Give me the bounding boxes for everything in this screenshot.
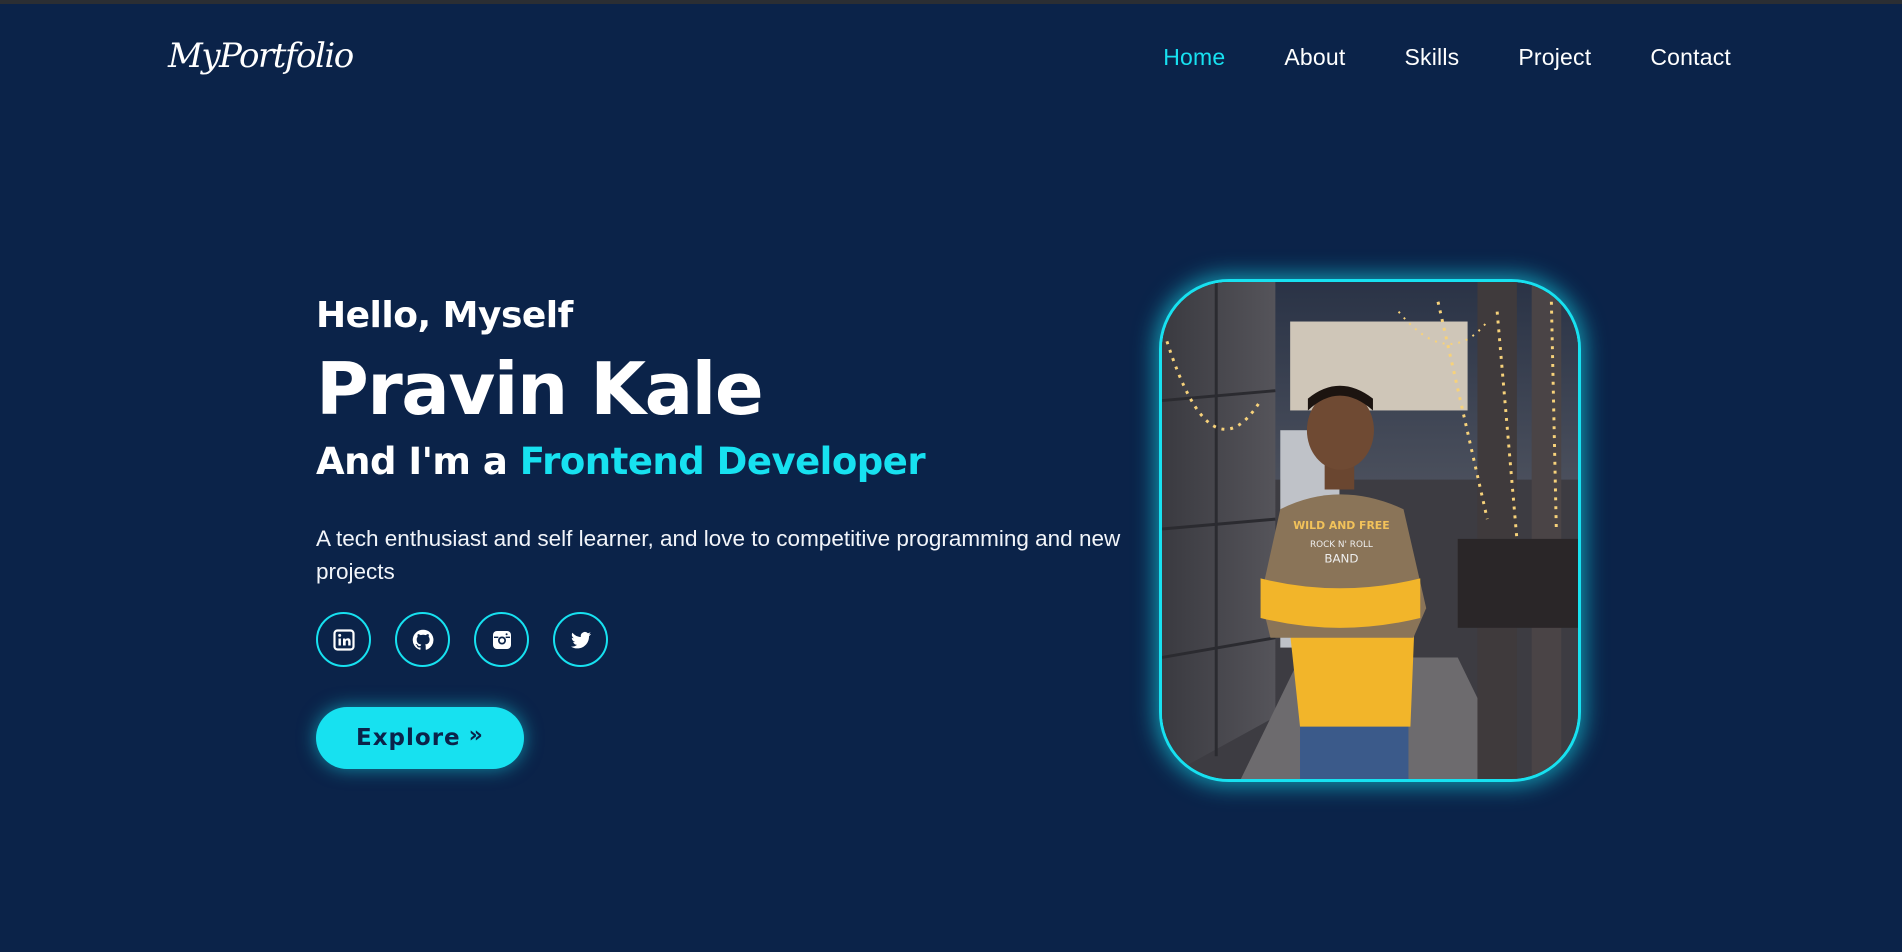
page: MyPortfolio Home About Skills Project Co… <box>0 0 1902 952</box>
shirt-text-1: WILD AND FREE <box>1293 519 1389 532</box>
nav-link-skills[interactable]: Skills <box>1404 44 1459 71</box>
linkedin-link[interactable] <box>316 612 371 667</box>
nav-link-about[interactable]: About <box>1284 44 1345 71</box>
linkedin-icon <box>332 628 355 651</box>
role-highlight: Frontend Developer <box>519 440 926 483</box>
hero-greeting: Hello, Myself <box>316 295 573 336</box>
twitter-icon <box>570 631 591 648</box>
github-link[interactable] <box>395 612 450 667</box>
role-prefix: And I'm a <box>316 440 508 483</box>
main-nav: Home About Skills Project Contact <box>1163 44 1731 71</box>
hero-description: A tech enthusiast and self learner, and … <box>316 526 1121 584</box>
social-links <box>316 612 1136 667</box>
hero-name: Pravin Kale <box>316 347 764 431</box>
hero-role: And I'm a Frontend Developer <box>316 436 1136 488</box>
shirt-text-2: ROCK N' ROLL <box>1310 540 1373 550</box>
site-logo[interactable]: MyPortfolio <box>168 36 354 76</box>
instagram-link[interactable] <box>474 612 529 667</box>
explore-label: Explore <box>356 725 461 751</box>
instagram-icon <box>492 630 511 649</box>
profile-photo: WILD AND FREE ROCK N' ROLL BAND <box>1159 279 1581 782</box>
nav-link-project[interactable]: Project <box>1518 44 1591 71</box>
nav-link-contact[interactable]: Contact <box>1650 44 1731 71</box>
top-border <box>0 0 1902 4</box>
shirt-text-3: BAND <box>1324 552 1358 566</box>
explore-button[interactable]: Explore » <box>316 707 524 769</box>
profile-photo-illustration: WILD AND FREE ROCK N' ROLL BAND <box>1162 282 1578 779</box>
github-icon <box>412 629 433 650</box>
hero-section: Hello, Myself Pravin Kale And I'm a Fron… <box>316 290 1136 769</box>
nav-link-home[interactable]: Home <box>1163 44 1225 71</box>
twitter-link[interactable] <box>553 612 608 667</box>
double-chevron-right-icon: » <box>468 723 484 748</box>
